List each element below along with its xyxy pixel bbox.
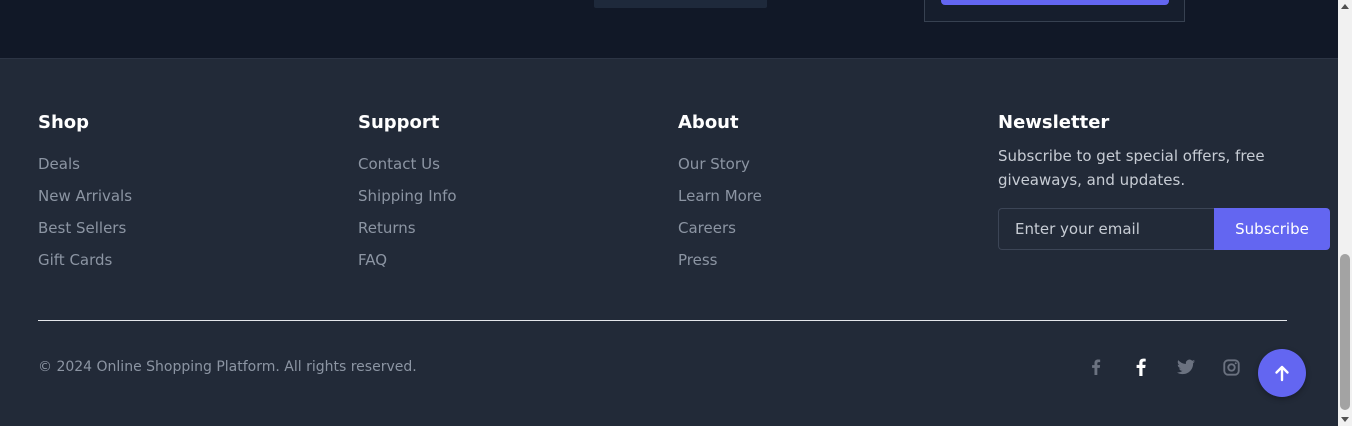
facebook-icon[interactable] [1086,357,1106,377]
copyright-text: © 2024 Online Shopping Platform. All rig… [38,359,417,375]
site-footer: Shop Deals New Arrivals Best Sellers Gif… [0,60,1338,426]
footer-link-contact-us[interactable]: Contact Us [358,154,457,174]
footer-link-our-story[interactable]: Our Story [678,154,762,174]
card-button[interactable] [941,0,1169,5]
scroll-down-arrow-icon[interactable] [1341,417,1349,422]
footer-link-best-sellers[interactable]: Best Sellers [38,218,132,238]
column-heading: Shop [38,112,90,133]
instagram-icon[interactable] [1221,357,1241,377]
footer-link-faq[interactable]: FAQ [358,250,457,270]
footer-link-learn-more[interactable]: Learn More [678,186,762,206]
arrow-up-icon [1275,365,1289,382]
page-scrollbar[interactable] [1338,0,1352,426]
section-label-fragment [594,0,767,8]
footer-link-returns[interactable]: Returns [358,218,457,238]
footer-link-press[interactable]: Press [678,250,762,270]
footer-divider [38,320,1287,321]
scroll-to-top-button[interactable] [1258,349,1306,397]
footer-column-shop: Shop Deals New Arrivals Best Sellers Gif… [38,112,132,282]
previous-section [0,0,1338,59]
footer-link-gift-cards[interactable]: Gift Cards [38,250,132,270]
footer-link-shipping-info[interactable]: Shipping Info [358,186,457,206]
twitter-icon[interactable] [1176,357,1196,377]
footer-link-careers[interactable]: Careers [678,218,762,238]
email-field[interactable] [998,208,1214,250]
newsletter-heading: Newsletter [998,112,1110,133]
card-fragment [924,0,1185,22]
footer-column-support: Support Contact Us Shipping Info Returns… [358,112,457,282]
subscribe-button[interactable]: Subscribe [1214,208,1330,250]
footer-column-newsletter: Newsletter Subscribe to get special offe… [998,112,1330,250]
column-heading: Support [358,112,440,133]
column-heading: About [678,112,739,133]
facebook-icon[interactable] [1131,357,1151,377]
scroll-up-arrow-icon[interactable] [1341,4,1349,9]
footer-link-deals[interactable]: Deals [38,154,132,174]
footer-column-about: About Our Story Learn More Careers Press [678,112,762,282]
newsletter-description: Subscribe to get special offers, free gi… [998,147,1265,189]
newsletter-form: Subscribe [998,208,1330,250]
scrollbar-thumb[interactable] [1340,254,1350,410]
footer-link-new-arrivals[interactable]: New Arrivals [38,186,132,206]
